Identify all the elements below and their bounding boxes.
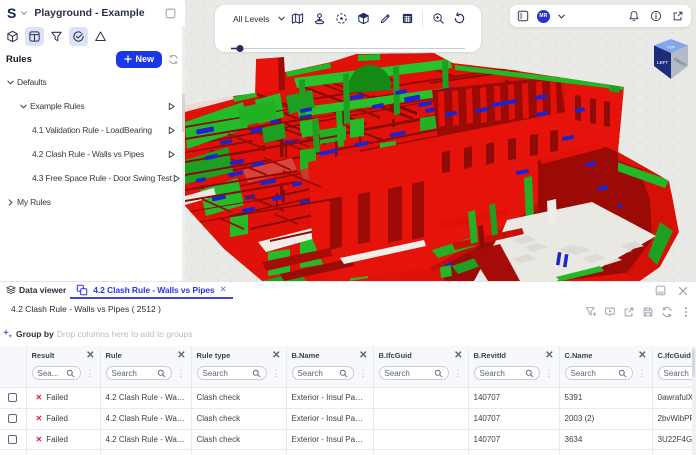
- svg-text:LEFT: LEFT: [657, 60, 668, 65]
- svg-text:TOP: TOP: [667, 45, 675, 50]
